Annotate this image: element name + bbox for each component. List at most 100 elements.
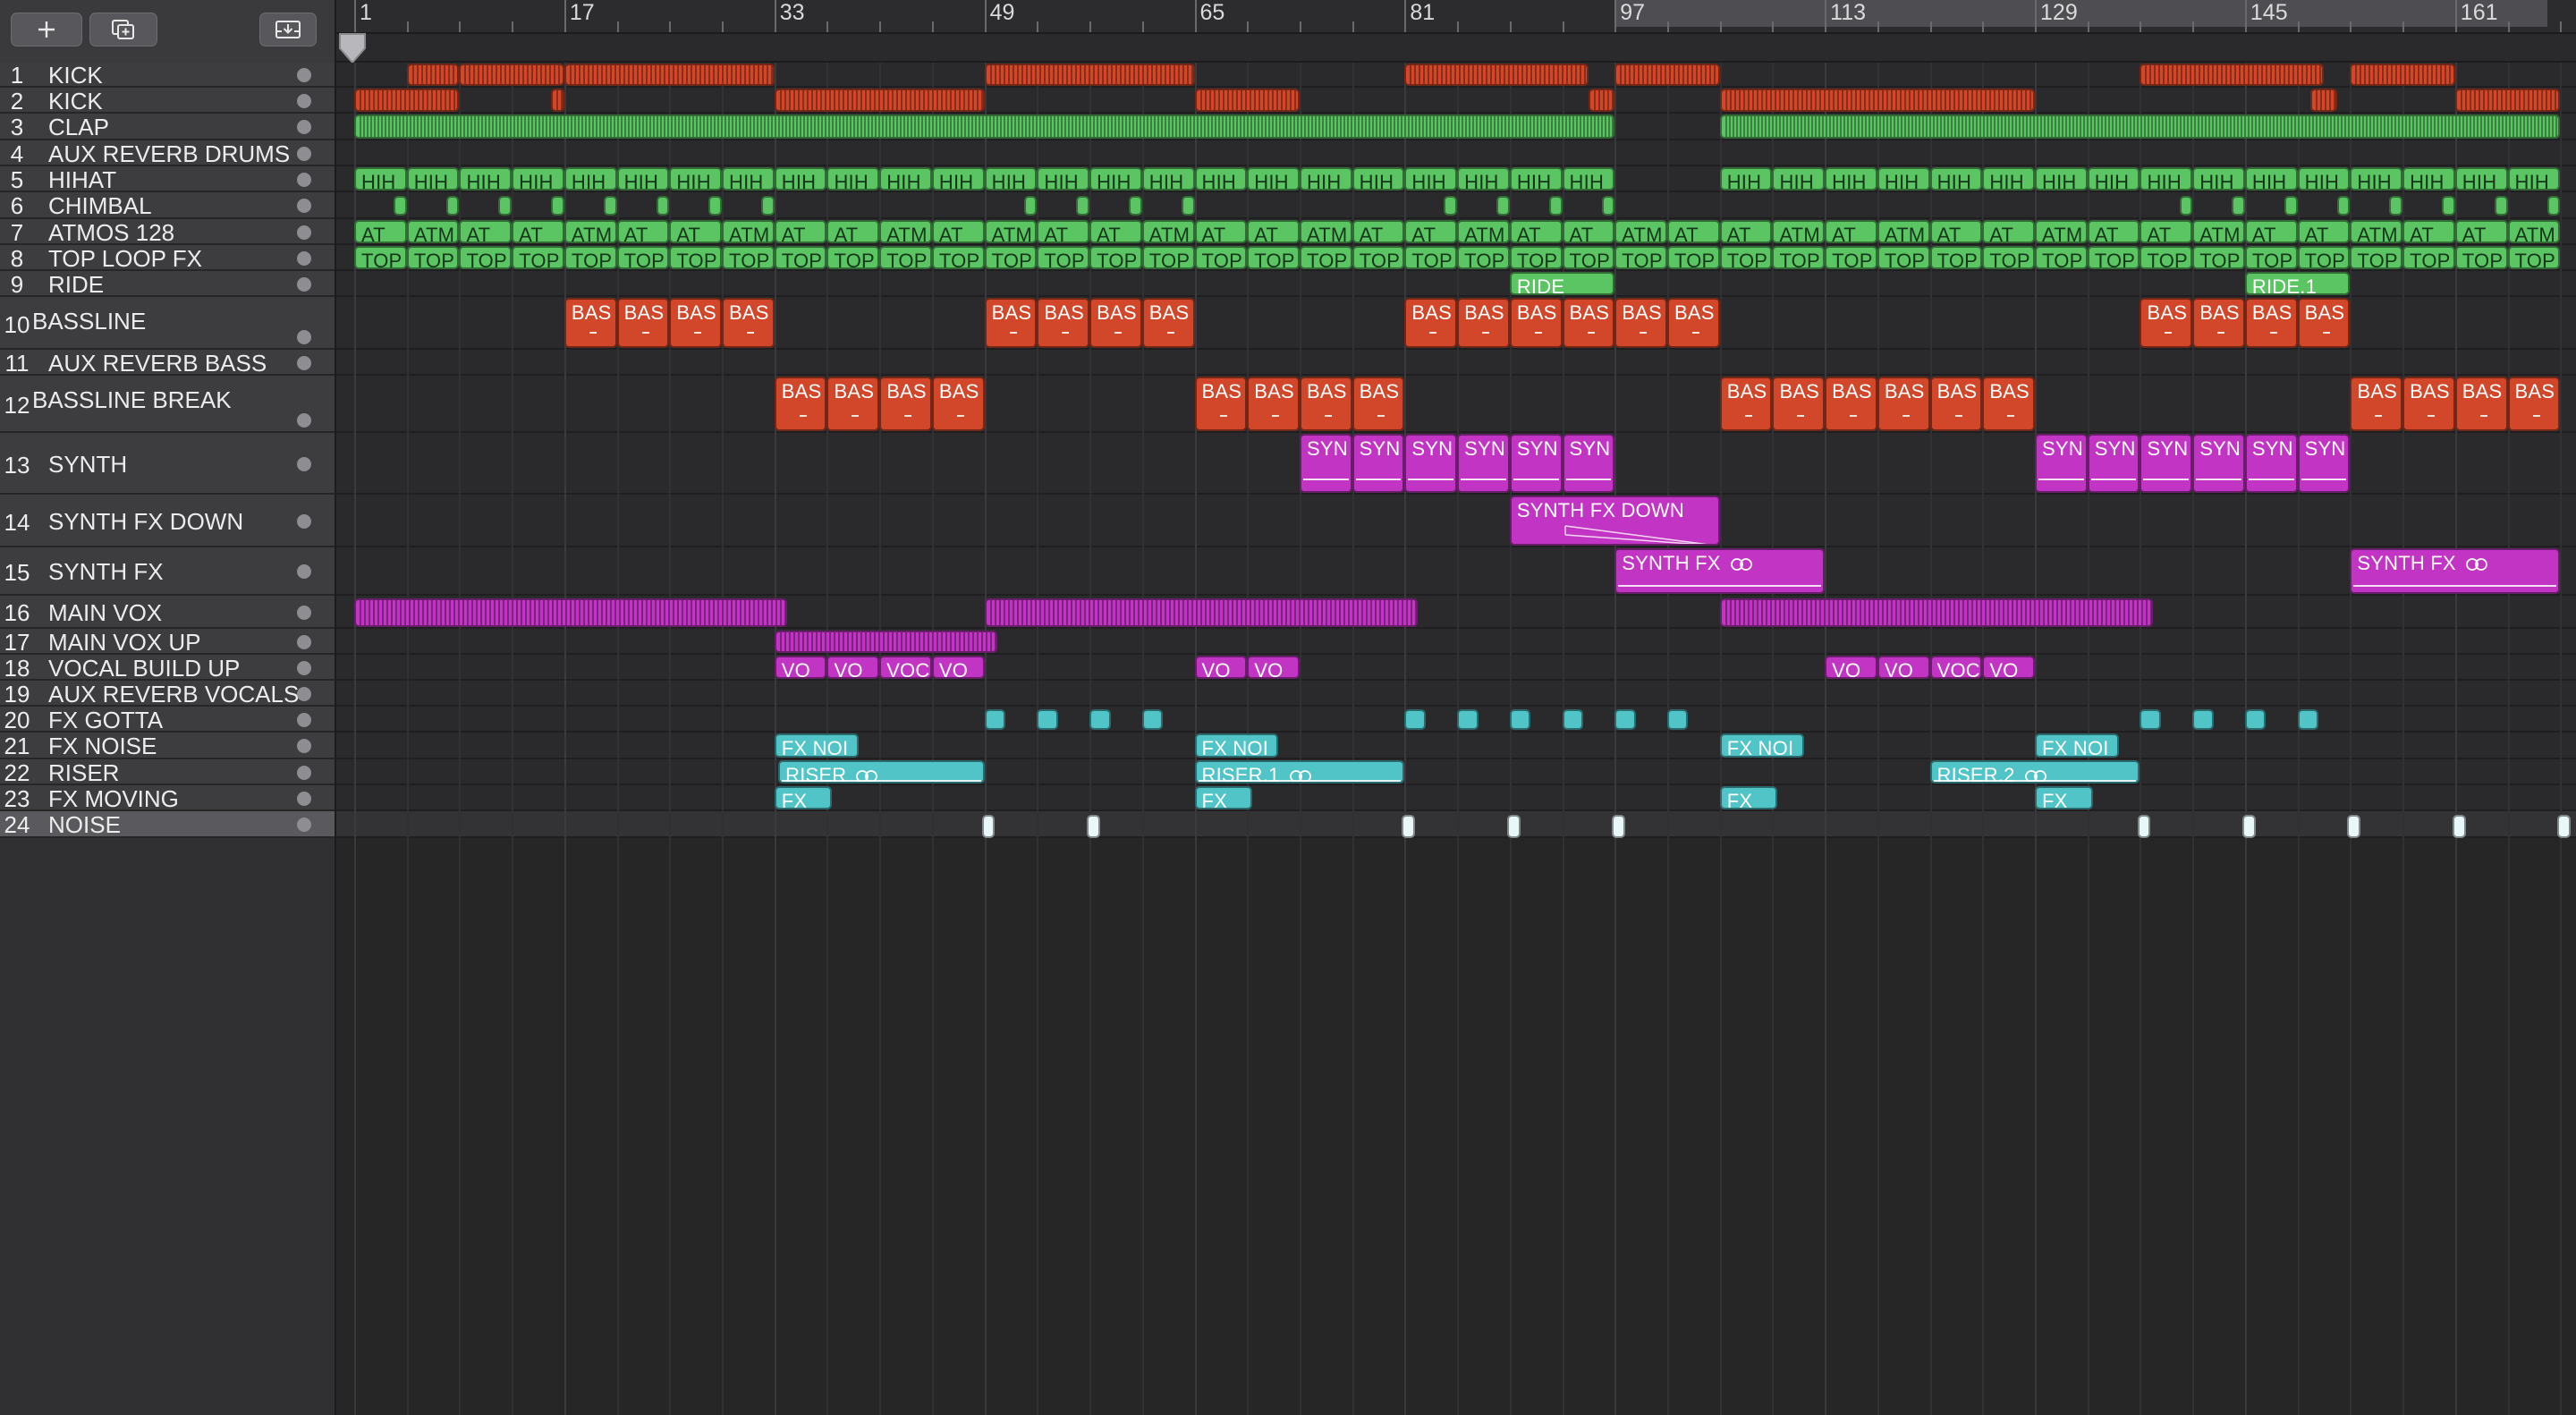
track-name[interactable]: SYNTH FX DOWN: [48, 508, 243, 536]
track-lane[interactable]: [336, 629, 2576, 655]
track-header[interactable]: 5 HIHAT: [0, 166, 335, 194]
bassline-region[interactable]: BAS: [2297, 298, 2351, 348]
kick-region[interactable]: [406, 64, 460, 86]
atmos-region[interactable]: AT: [512, 220, 564, 243]
hihat-region[interactable]: HIH: [2244, 167, 2298, 191]
duplicate-track-button[interactable]: [89, 13, 157, 47]
bassline-break-region[interactable]: BAS: [1772, 377, 1826, 431]
hihat-region[interactable]: HIH: [564, 167, 617, 191]
bassline-break-region[interactable]: BAS: [1877, 377, 1930, 431]
track-header[interactable]: 9 RIDE: [0, 271, 335, 298]
track-name[interactable]: HIHAT: [48, 166, 116, 194]
track-status-dot[interactable]: [297, 330, 311, 344]
chimbal-region[interactable]: [1601, 196, 1615, 216]
synth-region[interactable]: SYN: [1299, 434, 1352, 493]
chimbal-region[interactable]: [2336, 196, 2351, 216]
atmos-region[interactable]: ATM: [2035, 220, 2088, 243]
atmos-region[interactable]: ATM: [1877, 220, 1930, 243]
track-name[interactable]: FX NOISE: [48, 733, 157, 760]
atmos-region[interactable]: AT: [1404, 220, 1458, 243]
top-loop-region[interactable]: TOP: [1982, 246, 2036, 269]
vocal-build-region[interactable]: VO: [774, 656, 827, 679]
chimbal-region[interactable]: [445, 196, 460, 216]
bassline-break-region[interactable]: BAS: [774, 377, 827, 431]
track-status-dot[interactable]: [297, 739, 311, 753]
top-loop-region[interactable]: TOP: [1194, 246, 1248, 269]
kick-region[interactable]: [1719, 89, 2036, 112]
bassline-region[interactable]: BAS: [669, 298, 723, 348]
atmos-region[interactable]: AT: [1089, 220, 1142, 243]
track-lane[interactable]: [336, 350, 2576, 376]
vocal-build-region[interactable]: VOC: [879, 656, 932, 679]
top-loop-region[interactable]: TOP: [354, 246, 407, 269]
top-loop-region[interactable]: TOP: [1299, 246, 1352, 269]
track-lane[interactable]: [336, 811, 2576, 838]
chimbal-region[interactable]: [2232, 196, 2245, 216]
fx-gotta-region[interactable]: [1089, 709, 1111, 730]
ride-region[interactable]: RIDE: [1509, 272, 1615, 295]
synth-region[interactable]: SYN: [1457, 434, 1510, 493]
vocal-build-region[interactable]: VO: [1825, 656, 1877, 679]
atmos-region[interactable]: AT: [826, 220, 880, 243]
atmos-region[interactable]: ATM: [406, 220, 460, 243]
clap-region[interactable]: [354, 114, 1615, 139]
synth-region[interactable]: SYN: [2035, 434, 2088, 493]
top-loop-region[interactable]: TOP: [722, 246, 775, 269]
hihat-region[interactable]: HIH: [616, 167, 670, 191]
hihat-region[interactable]: HIH: [1982, 167, 2036, 191]
hihat-region[interactable]: HIH: [1772, 167, 1826, 191]
synth-region[interactable]: SYN: [1404, 434, 1458, 493]
synth-region[interactable]: SYN: [2087, 434, 2140, 493]
top-loop-region[interactable]: TOP: [1509, 246, 1563, 269]
bassline-break-region[interactable]: BAS: [2507, 377, 2561, 431]
track-header[interactable]: 8 TOP LOOP FX: [0, 245, 335, 273]
atmos-region[interactable]: AT: [669, 220, 723, 243]
top-loop-region[interactable]: TOP: [1352, 246, 1405, 269]
add-track-button[interactable]: [11, 13, 82, 47]
track-status-dot[interactable]: [297, 93, 311, 108]
track-status-dot[interactable]: [297, 120, 311, 134]
vocal-build-region[interactable]: VO: [931, 656, 985, 679]
hihat-region[interactable]: HIH: [459, 167, 513, 191]
synth-fx-region[interactable]: SYNTH FX: [1614, 548, 1826, 594]
track-status-dot[interactable]: [297, 791, 311, 806]
fx-gotta-region[interactable]: [1141, 709, 1164, 730]
main-vox-region[interactable]: [354, 598, 788, 627]
noise-region[interactable]: [2557, 815, 2571, 838]
track-status-dot[interactable]: [297, 605, 311, 620]
chimbal-region[interactable]: [2442, 196, 2455, 216]
atmos-region[interactable]: AT: [1352, 220, 1405, 243]
hihat-region[interactable]: HIH: [1877, 167, 1930, 191]
atmos-region[interactable]: ATM: [2507, 220, 2561, 243]
top-loop-region[interactable]: TOP: [2350, 246, 2403, 269]
atmos-region[interactable]: ATM: [2192, 220, 2245, 243]
atmos-region[interactable]: AT: [1982, 220, 2036, 243]
chimbal-region[interactable]: [1548, 196, 1563, 216]
top-loop-region[interactable]: TOP: [564, 246, 617, 269]
bassline-break-region[interactable]: BAS: [2350, 377, 2403, 431]
track-lane[interactable]: [336, 495, 2576, 547]
hihat-region[interactable]: HIH: [2297, 167, 2351, 191]
kick-region[interactable]: [551, 89, 564, 112]
track-name[interactable]: CLAP: [48, 114, 109, 141]
hihat-region[interactable]: HIH: [512, 167, 564, 191]
track-lane[interactable]: [336, 707, 2576, 733]
chimbal-region[interactable]: [708, 196, 723, 216]
track-name[interactable]: TOP LOOP FX: [48, 245, 202, 273]
atmos-region[interactable]: AT: [1247, 220, 1300, 243]
bassline-region[interactable]: BAS: [1089, 298, 1142, 348]
chimbal-region[interactable]: [2546, 196, 2561, 216]
fx-gotta-region[interactable]: [1614, 709, 1636, 730]
track-name[interactable]: MAIN VOX: [48, 599, 162, 627]
atmos-region[interactable]: ATM: [1141, 220, 1195, 243]
bassline-break-region[interactable]: BAS: [931, 377, 985, 431]
track-name[interactable]: AUX REVERB DRUMS: [48, 140, 290, 168]
noise-region[interactable]: [1506, 815, 1521, 838]
chimbal-region[interactable]: [1076, 196, 1090, 216]
vocal-build-region[interactable]: VO: [1877, 656, 1930, 679]
track-header[interactable]: 18 VOCAL BUILD UP: [0, 655, 335, 682]
atmos-region[interactable]: ATM: [984, 220, 1038, 243]
fx-noise-region[interactable]: FX NOI: [1719, 733, 1804, 758]
track-lane[interactable]: [336, 88, 2576, 114]
chimbal-region[interactable]: [1496, 196, 1510, 216]
